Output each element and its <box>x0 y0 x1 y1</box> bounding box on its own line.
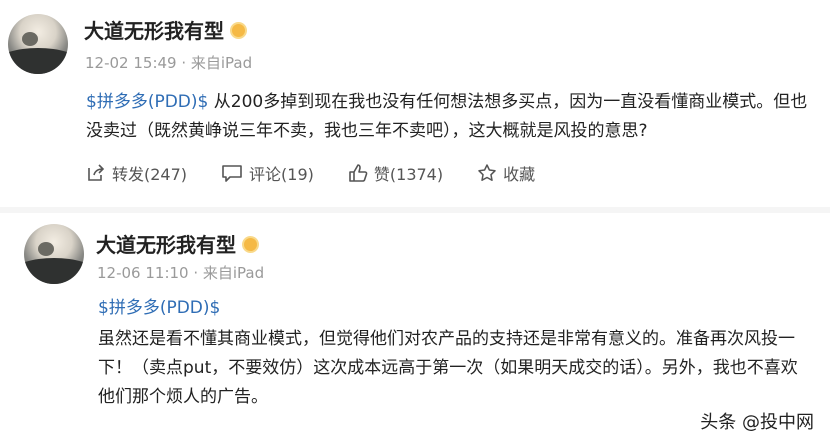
stock-tag-link[interactable]: $拼多多(PDD)$ <box>98 294 808 323</box>
post-meta: 12-06 11:10 · 来自iPad <box>97 264 265 282</box>
repost-icon <box>88 164 105 181</box>
repost-label: 转发(247) <box>112 165 188 184</box>
repost-button[interactable]: 转发(247) <box>86 161 187 185</box>
verified-badge-icon <box>230 22 247 39</box>
like-label: 赞(1374) <box>373 165 444 184</box>
verified-badge-icon <box>242 236 259 253</box>
author-name-text[interactable]: 大道无形我有型 <box>84 19 224 43</box>
comment-label: 评论(19) <box>249 165 314 184</box>
watermark: 头条 @投中网 <box>700 412 814 433</box>
favorite-button[interactable]: 收藏 <box>477 161 535 185</box>
like-button[interactable]: 赞(1374) <box>348 161 443 185</box>
comment-icon <box>222 165 242 182</box>
post-content: $拼多多(PDD)$ 虽然还是看不懂其商业模式，但觉得他们对农产品的支持还是非常… <box>98 294 808 412</box>
post-text: 虽然还是看不懂其商业模式，但觉得他们对农产品的支持还是非常有意义的。准备再次风投… <box>98 329 798 407</box>
favorite-label: 收藏 <box>503 165 536 184</box>
star-icon <box>478 164 496 181</box>
author-name[interactable]: 大道无形我有型 <box>84 15 247 44</box>
author-avatar[interactable] <box>8 14 68 74</box>
thumbs-up-icon <box>349 164 368 182</box>
post-content: $拼多多(PDD)$ 从200多掉到现在我也没有任何想法想多买点，因为一直没看懂… <box>86 88 816 146</box>
post-1: 大道无形我有型 12-02 15:49 · 来自iPad $拼多多(PDD)$ … <box>0 0 830 212</box>
author-name[interactable]: 大道无形我有型 <box>96 229 259 258</box>
comment-button[interactable]: 评论(19) <box>221 161 314 185</box>
post-meta: 12-02 15:49 · 来自iPad <box>85 54 253 72</box>
author-avatar[interactable] <box>24 224 84 284</box>
author-name-text[interactable]: 大道无形我有型 <box>96 233 236 257</box>
stock-tag-link[interactable]: $拼多多(PDD)$ <box>86 92 208 112</box>
action-bar: 转发(247) 评论(19) 赞(1374) 收藏 <box>86 160 569 186</box>
